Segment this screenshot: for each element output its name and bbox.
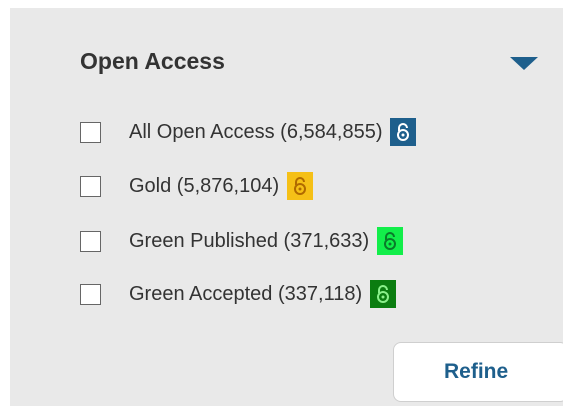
filter-label-gold[interactable]: Gold (5,876,104) [129, 172, 279, 200]
open-lock-icon [377, 227, 404, 255]
checkbox-green-published[interactable] [80, 231, 101, 252]
filter-label-all-open-access[interactable]: All Open Access (6,584,855) [129, 118, 382, 146]
filter-row-all-open-access: All Open Access (6,584,855) [10, 112, 563, 152]
panel-title: Open Access [80, 48, 225, 74]
collapse-toggle-button[interactable] [504, 48, 544, 78]
filter-row-green-accepted: Green Accepted (337,118) [10, 274, 563, 314]
chevron-down-icon [510, 56, 538, 70]
filter-row-gold: Gold (5,876,104) [10, 166, 563, 206]
checkbox-all-open-access[interactable] [80, 122, 101, 143]
filter-label-green-accepted[interactable]: Green Accepted (337,118) [129, 280, 362, 308]
open-lock-icon [370, 280, 397, 308]
checkbox-gold[interactable] [80, 176, 101, 197]
filter-row-green-published: Green Published (371,633) [10, 221, 563, 261]
open-lock-icon [390, 118, 417, 146]
refine-button[interactable]: Refine [393, 342, 563, 402]
filter-label-green-published[interactable]: Green Published (371,633) [129, 227, 369, 255]
checkbox-green-accepted[interactable] [80, 284, 101, 305]
open-lock-icon [287, 172, 314, 200]
